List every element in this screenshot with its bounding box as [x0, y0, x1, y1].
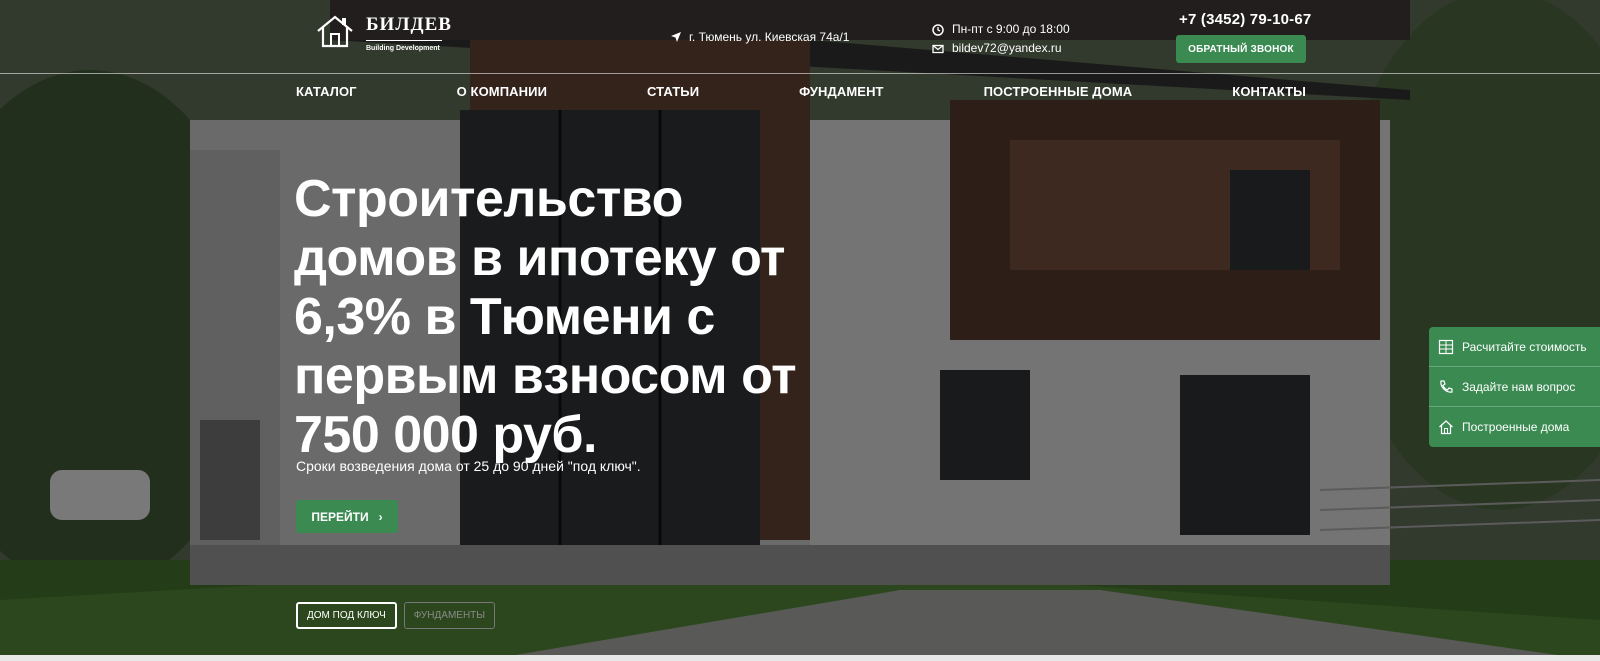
logo[interactable]: БИЛДЕВ Building Development — [316, 14, 452, 53]
tab-foundations[interactable]: ФУНДАМЕНТЫ — [403, 602, 496, 629]
side-item-built-houses[interactable]: Построенные дома — [1429, 407, 1600, 447]
hero-title-line: домов в ипотеку от — [294, 229, 786, 287]
go-button[interactable]: ПЕРЕЙТИ › — [296, 500, 398, 533]
address: г. Тюмень ул. Киевская 74а/1 — [670, 30, 849, 44]
phone-number[interactable]: +7 (3452) 79-10-67 — [1179, 11, 1311, 28]
side-item-calculate[interactable]: Расчитайте стоимость — [1429, 327, 1600, 367]
side-item-label: Задайте нам вопрос — [1462, 379, 1576, 394]
email[interactable]: bildev72@yandex.ru — [932, 39, 1070, 58]
calculator-icon — [1438, 339, 1454, 354]
chevron-right-icon: › — [378, 509, 383, 524]
logo-name: БИЛДЕВ — [366, 14, 452, 35]
hours-text: Пн-пт с 9:00 до 18:00 — [952, 22, 1070, 36]
nav-item-foundation[interactable]: ФУНДАМЕНТ — [799, 84, 883, 104]
go-button-label: ПЕРЕЙТИ — [311, 509, 369, 524]
main-nav: КАТАЛОГ О КОМПАНИИ СТАТЬИ ФУНДАМЕНТ ПОСТ… — [296, 84, 1306, 104]
side-panel: Расчитайте стоимость Задайте нам вопрос … — [1429, 327, 1600, 447]
email-text: bildev72@yandex.ru — [952, 41, 1062, 55]
hero-title-line: 750 000 руб. — [294, 406, 597, 464]
nav-item-about[interactable]: О КОМПАНИИ — [457, 84, 547, 104]
logo-divider — [366, 40, 442, 41]
address-text: г. Тюмень ул. Киевская 74а/1 — [689, 30, 850, 44]
nav-item-built-houses[interactable]: ПОСТРОЕННЫЕ ДОМА — [984, 84, 1133, 104]
contacts-block: Пн-пт с 9:00 до 18:00 bildev72@yandex.ru — [932, 20, 1070, 58]
callback-button[interactable]: ОБРАТНЫЙ ЗВОНОК — [1176, 35, 1306, 63]
nav-item-articles[interactable]: СТАТЬИ — [647, 84, 699, 104]
phone-icon — [1440, 379, 1453, 393]
mail-icon — [932, 44, 944, 53]
house-icon — [317, 15, 353, 48]
side-item-label: Расчитайте стоимость — [1462, 339, 1587, 354]
hero-title-line: 6,3% в Тюмени с — [294, 288, 715, 346]
nav-item-catalog[interactable]: КАТАЛОГ — [296, 84, 357, 104]
site-header: БИЛДЕВ Building Development г. Тюмень ул… — [0, 0, 1600, 74]
tab-turnkey-house[interactable]: ДОМ ПОД КЛЮЧ — [296, 602, 397, 629]
location-arrow-icon — [671, 32, 681, 42]
nav-item-contacts[interactable]: КОНТАКТЫ — [1232, 84, 1306, 104]
clock-icon — [932, 23, 944, 36]
slider-tabs: ДОМ ПОД КЛЮЧ ФУНДАМЕНТЫ — [296, 602, 502, 629]
side-item-ask-question[interactable]: Задайте нам вопрос — [1429, 367, 1600, 407]
hero-title-line: Строительство — [294, 170, 683, 228]
work-hours: Пн-пт с 9:00 до 18:00 — [932, 20, 1070, 39]
page-bottom-strip — [0, 655, 1600, 661]
house-icon — [1439, 420, 1453, 435]
hero-subtitle: Сроки возведения дома от 25 до 90 дней "… — [296, 458, 641, 474]
side-item-label: Построенные дома — [1462, 420, 1570, 434]
hero-title-line: первым взносом от — [294, 347, 797, 405]
hero-title: Строительство домов в ипотеку от 6,3% в … — [294, 170, 894, 465]
logo-subtitle: Building Development — [366, 45, 440, 52]
